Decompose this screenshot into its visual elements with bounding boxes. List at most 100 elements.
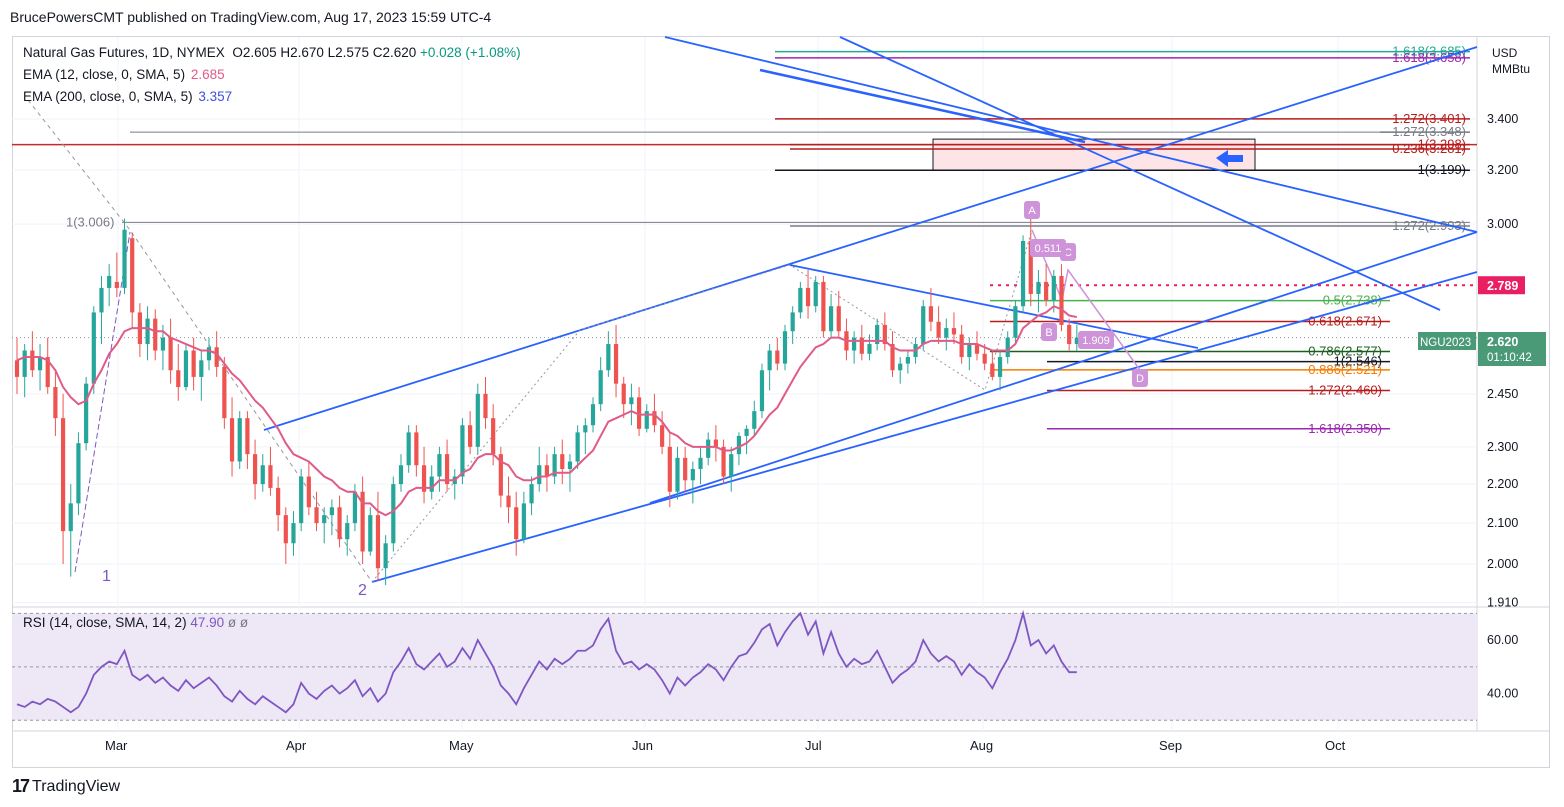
fib-level-label: 0.5(2.738) bbox=[1323, 293, 1382, 308]
candle-body bbox=[245, 418, 250, 455]
candle-body bbox=[529, 484, 534, 504]
candle-body bbox=[706, 439, 711, 458]
candle-body bbox=[951, 328, 957, 335]
harmonic-ratio-label: 0.511 bbox=[1035, 243, 1062, 255]
candle-body bbox=[37, 357, 43, 371]
unit-label: MMBtu bbox=[1492, 62, 1531, 76]
harmonic-point-a: A bbox=[1028, 205, 1036, 217]
fib-level-label: 0.886(2.521) bbox=[1308, 362, 1382, 377]
ema200-legend[interactable]: EMA (200, close, 0, SMA, 5) 3.357 bbox=[23, 89, 232, 104]
candle-body bbox=[583, 425, 588, 433]
candle-body bbox=[398, 465, 404, 485]
countdown-label: 01:10:42 bbox=[1487, 352, 1532, 364]
candle-body bbox=[22, 350, 27, 377]
y-tick-label: 2.200 bbox=[1487, 477, 1518, 491]
fib-level-label: 1.272(2.460) bbox=[1308, 382, 1382, 397]
candle-body bbox=[68, 503, 73, 532]
candle-body bbox=[936, 321, 941, 338]
candle-body bbox=[967, 344, 972, 358]
x-tick-label-apr: Apr bbox=[286, 738, 307, 753]
x-tick-label-sep: Sep bbox=[1159, 738, 1182, 753]
candle-body bbox=[652, 411, 657, 426]
candle-body bbox=[314, 507, 319, 524]
candle-body bbox=[237, 418, 242, 462]
candle-body bbox=[406, 432, 411, 466]
change-value: +0.028 (+1.08%) bbox=[420, 45, 521, 60]
candle-body bbox=[836, 306, 841, 332]
candle-body bbox=[491, 418, 496, 455]
symbol-legend[interactable]: Natural Gas Futures, 1D, NYMEX O2.605 H2… bbox=[23, 45, 521, 60]
candle-body bbox=[260, 465, 265, 485]
rsi-tick-label: 60.00 bbox=[1487, 633, 1518, 647]
candle-body bbox=[775, 350, 780, 364]
candle-body bbox=[299, 476, 304, 524]
rsi-value: 47.90 bbox=[190, 615, 225, 630]
rsi-label: RSI (14, close, SMA, 14, 2) bbox=[23, 615, 187, 630]
candle-body bbox=[944, 328, 949, 338]
tradingview-logo[interactable]: 17 TradingView bbox=[12, 776, 120, 797]
candle-body bbox=[475, 393, 480, 447]
candle-body bbox=[990, 363, 995, 377]
y-tick-label: 2.450 bbox=[1487, 387, 1518, 401]
candle-body bbox=[828, 306, 834, 332]
candle-body bbox=[537, 465, 542, 485]
candle-body bbox=[713, 439, 718, 447]
x-tick-label-aug: Aug bbox=[970, 738, 993, 753]
candle-body bbox=[813, 281, 818, 307]
fib-level-label: 1(3.006) bbox=[66, 214, 114, 229]
candle-body bbox=[322, 515, 327, 524]
candle-body bbox=[183, 350, 189, 388]
rsi-tick-label: 40.00 bbox=[1487, 687, 1518, 701]
harmonic-ratio-label: 1.909 bbox=[1082, 335, 1110, 347]
candle-body bbox=[375, 515, 381, 569]
candle-body bbox=[91, 312, 96, 384]
price-chart-svg[interactable]: Mar Apr May Jun Jul Aug Sep Oct 3.400 3.200 3.000 2… bbox=[0, 0, 1564, 807]
candle-body bbox=[1067, 324, 1072, 345]
candle-body bbox=[752, 411, 757, 429]
candle-body bbox=[368, 515, 373, 552]
candle-body bbox=[560, 454, 565, 469]
candle-body bbox=[667, 446, 672, 492]
y-tick-label: 1.910 bbox=[1487, 596, 1518, 610]
candle-body bbox=[660, 425, 665, 447]
candle-body bbox=[383, 543, 388, 569]
symbol-tag-label: NGU2023 bbox=[1420, 337, 1471, 349]
trend-line bbox=[759, 68, 1086, 144]
candle-body bbox=[283, 515, 288, 544]
harmonic-point-b: B bbox=[1045, 327, 1052, 339]
candle-body bbox=[852, 337, 857, 351]
fib-level-label: 1(3.199) bbox=[1418, 162, 1466, 177]
candle-body bbox=[176, 370, 181, 388]
candle-body bbox=[997, 357, 1003, 377]
wave-path-dashed bbox=[27, 99, 373, 583]
candle-body bbox=[291, 523, 296, 544]
candle-body bbox=[898, 363, 903, 371]
candle-body bbox=[429, 476, 434, 492]
trend-line bbox=[263, 46, 1478, 431]
candle-body bbox=[567, 461, 573, 469]
ema12-label: EMA (12, close, 0, SMA, 5) bbox=[23, 67, 186, 82]
x-tick-label-may: May bbox=[449, 738, 474, 753]
candle-body bbox=[276, 487, 281, 516]
resistance-zone bbox=[932, 138, 1256, 171]
candle-body bbox=[1044, 281, 1049, 301]
candle-body bbox=[130, 238, 135, 313]
y-tick-label: 3.200 bbox=[1487, 163, 1518, 177]
x-tick-label-jun: Jun bbox=[632, 738, 653, 753]
rsi-legend[interactable]: RSI (14, close, SMA, 14, 2) 47.90 ø ø bbox=[23, 615, 248, 630]
candle-body bbox=[153, 318, 158, 351]
candle-body bbox=[606, 344, 611, 371]
trend-line bbox=[839, 36, 1441, 311]
currency-label: USD bbox=[1492, 46, 1518, 60]
candle-body bbox=[590, 404, 596, 426]
candle-body bbox=[867, 344, 872, 354]
candle-body bbox=[575, 432, 580, 462]
ema12-legend[interactable]: EMA (12, close, 0, SMA, 5) 2.685 bbox=[23, 67, 225, 82]
candle-body bbox=[729, 454, 734, 477]
candle-body bbox=[782, 331, 788, 364]
wave-label-1: 1 bbox=[102, 568, 111, 585]
currency-unit[interactable]: USD MMBtu bbox=[1492, 45, 1530, 77]
candle-body bbox=[145, 318, 150, 345]
candle-body bbox=[60, 418, 66, 532]
candle-body bbox=[191, 350, 196, 377]
